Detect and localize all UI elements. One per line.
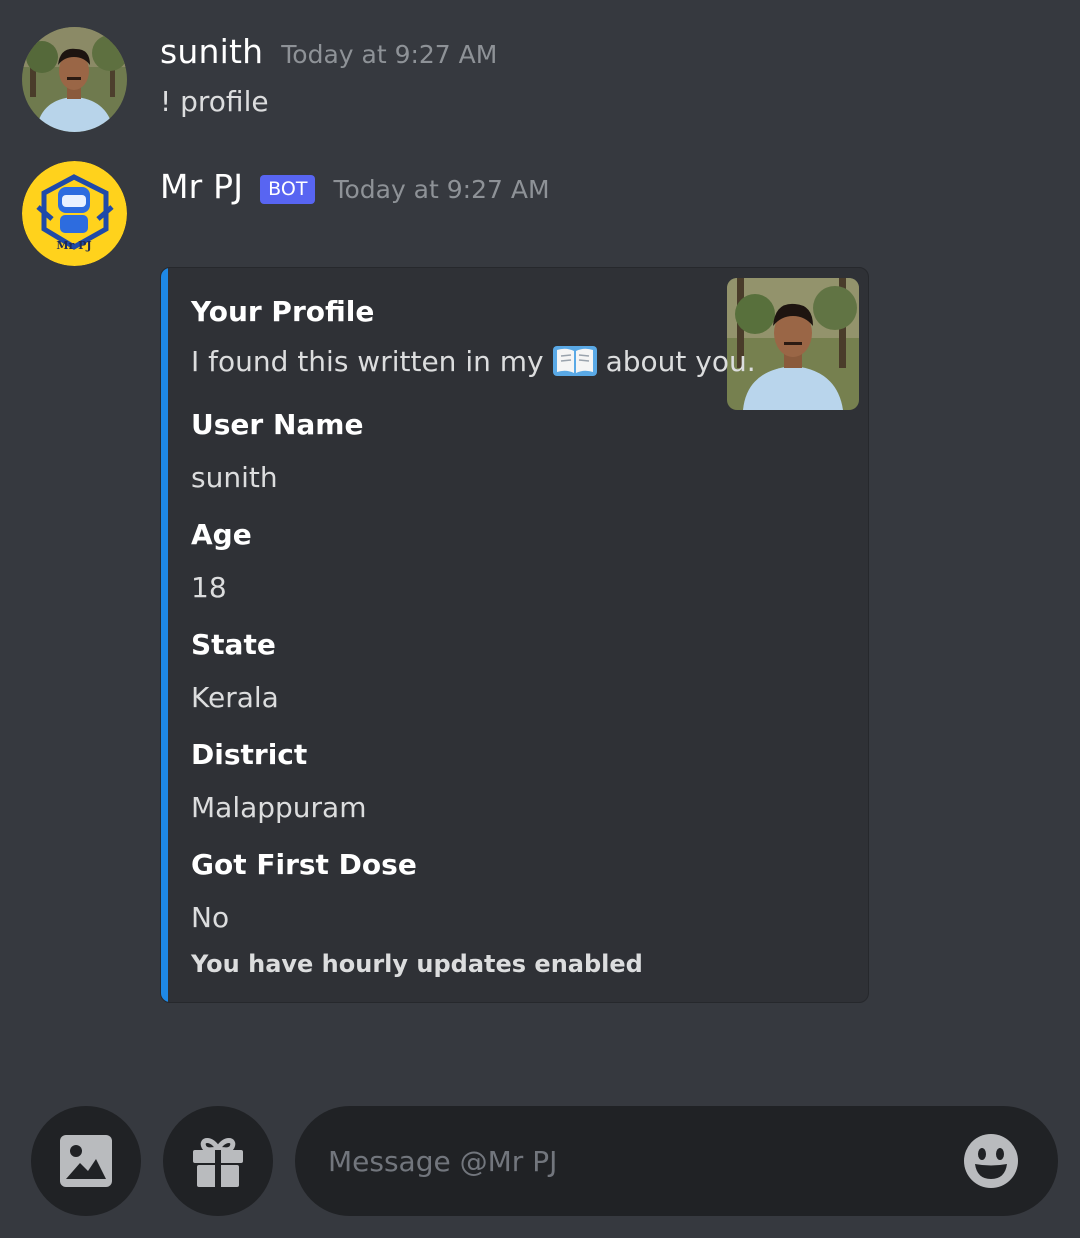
field-value-state: Kerala bbox=[191, 681, 279, 714]
emoji-button[interactable] bbox=[963, 1133, 1019, 1189]
field-value-first-dose: No bbox=[191, 901, 230, 934]
bot-avatar-label: Mr PJ bbox=[56, 239, 91, 252]
bot-badge: BOT bbox=[260, 175, 316, 204]
message-header: Mr PJ BOT Today at 9:27 AM bbox=[160, 167, 550, 207]
gift-button[interactable] bbox=[163, 1106, 273, 1216]
field-name-user-name: User Name bbox=[191, 408, 364, 441]
description-after: about you. bbox=[605, 344, 756, 378]
bot-avatar[interactable]: Mr PJ bbox=[22, 161, 127, 266]
profile-embed: Your Profile I found this written in my … bbox=[160, 267, 869, 1003]
chat-view: sunith Today at 9:27 AM ! profile Mr PJ … bbox=[0, 0, 1080, 1238]
timestamp: Today at 9:27 AM bbox=[281, 40, 498, 69]
field-name-first-dose: Got First Dose bbox=[191, 848, 417, 881]
embed-footer: You have hourly updates enabled bbox=[191, 950, 643, 978]
field-name-age: Age bbox=[191, 518, 252, 551]
field-value-age: 18 bbox=[191, 571, 227, 604]
timestamp: Today at 9:27 AM bbox=[333, 175, 550, 204]
field-name-state: State bbox=[191, 628, 276, 661]
description-before: I found this written in my bbox=[191, 344, 544, 378]
open-book-icon bbox=[552, 344, 598, 378]
embed-accent-bar bbox=[161, 268, 168, 1002]
message-header: sunith Today at 9:27 AM bbox=[160, 32, 497, 71]
emoji-icon bbox=[964, 1134, 1018, 1188]
gift-icon bbox=[193, 1138, 243, 1187]
field-name-district: District bbox=[191, 738, 308, 771]
attach-image-button[interactable] bbox=[31, 1106, 141, 1216]
field-value-district: Malappuram bbox=[191, 791, 367, 824]
user-avatar[interactable] bbox=[22, 27, 127, 132]
embed-title: Your Profile bbox=[191, 295, 375, 328]
message-composer bbox=[295, 1106, 1058, 1216]
image-icon bbox=[60, 1135, 112, 1187]
message-input[interactable] bbox=[328, 1136, 928, 1186]
field-value-user-name: sunith bbox=[191, 461, 278, 494]
embed-description: I found this written in my about you. bbox=[191, 344, 756, 378]
username[interactable]: sunith bbox=[160, 32, 263, 71]
username[interactable]: Mr PJ bbox=[160, 167, 243, 206]
message-text: ! profile bbox=[160, 85, 269, 118]
